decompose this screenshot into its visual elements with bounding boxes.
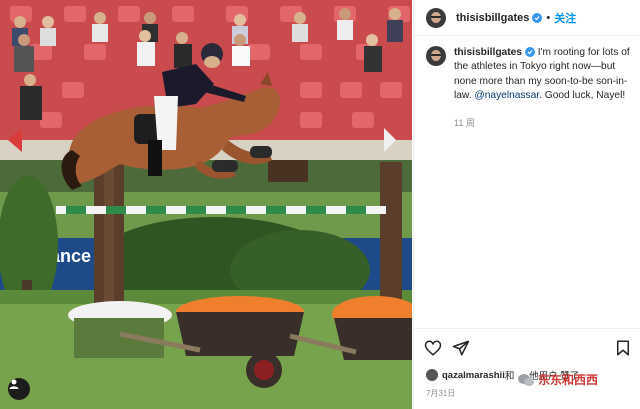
caption-ending: . Good luck, Nayel! <box>539 90 626 102</box>
avatar[interactable] <box>426 7 446 28</box>
post-date[interactable]: 7月31日 <box>426 388 455 399</box>
liker-username[interactable]: qazalmarashii <box>442 370 505 381</box>
username-link[interactable]: thisisbillgates <box>456 12 529 24</box>
time-ago: 11 周 <box>454 117 475 128</box>
caption-avatar[interactable] <box>426 46 446 66</box>
caption-text: thisisbillgates I'm rooting for lots of … <box>454 46 631 130</box>
caption-username[interactable]: thisisbillgates <box>454 47 522 58</box>
liker-avatar[interactable] <box>426 369 438 381</box>
post-caption: thisisbillgates I'm rooting for lots of … <box>426 46 631 130</box>
watermark-text: 东东和西西 <box>538 373 599 387</box>
action-bar <box>414 328 640 368</box>
user-tag-button[interactable] <box>8 378 30 400</box>
post-photo[interactable]: ance <box>0 0 412 409</box>
wechat-watermark: 东东和西西 <box>518 371 598 388</box>
caption-verified-icon <box>524 47 535 57</box>
follow-button[interactable]: 关注 <box>554 10 576 26</box>
flower-cart-left <box>68 301 172 358</box>
mention-link[interactable]: @nayelnassar <box>474 90 539 101</box>
post-sidebar: thisisbillgates • 关注 thisisbillgates I'm… <box>413 0 640 409</box>
heart-icon[interactable] <box>424 339 442 357</box>
post-header: thisisbillgates • 关注 <box>414 0 640 36</box>
wechat-icon <box>518 373 534 386</box>
photo-scene: ance <box>0 0 412 409</box>
person-icon <box>9 379 19 389</box>
paper-plane-icon[interactable] <box>452 339 470 357</box>
separator-dot: • <box>546 11 551 24</box>
verified-badge-icon <box>532 12 543 23</box>
bookmark-icon[interactable] <box>614 339 632 357</box>
